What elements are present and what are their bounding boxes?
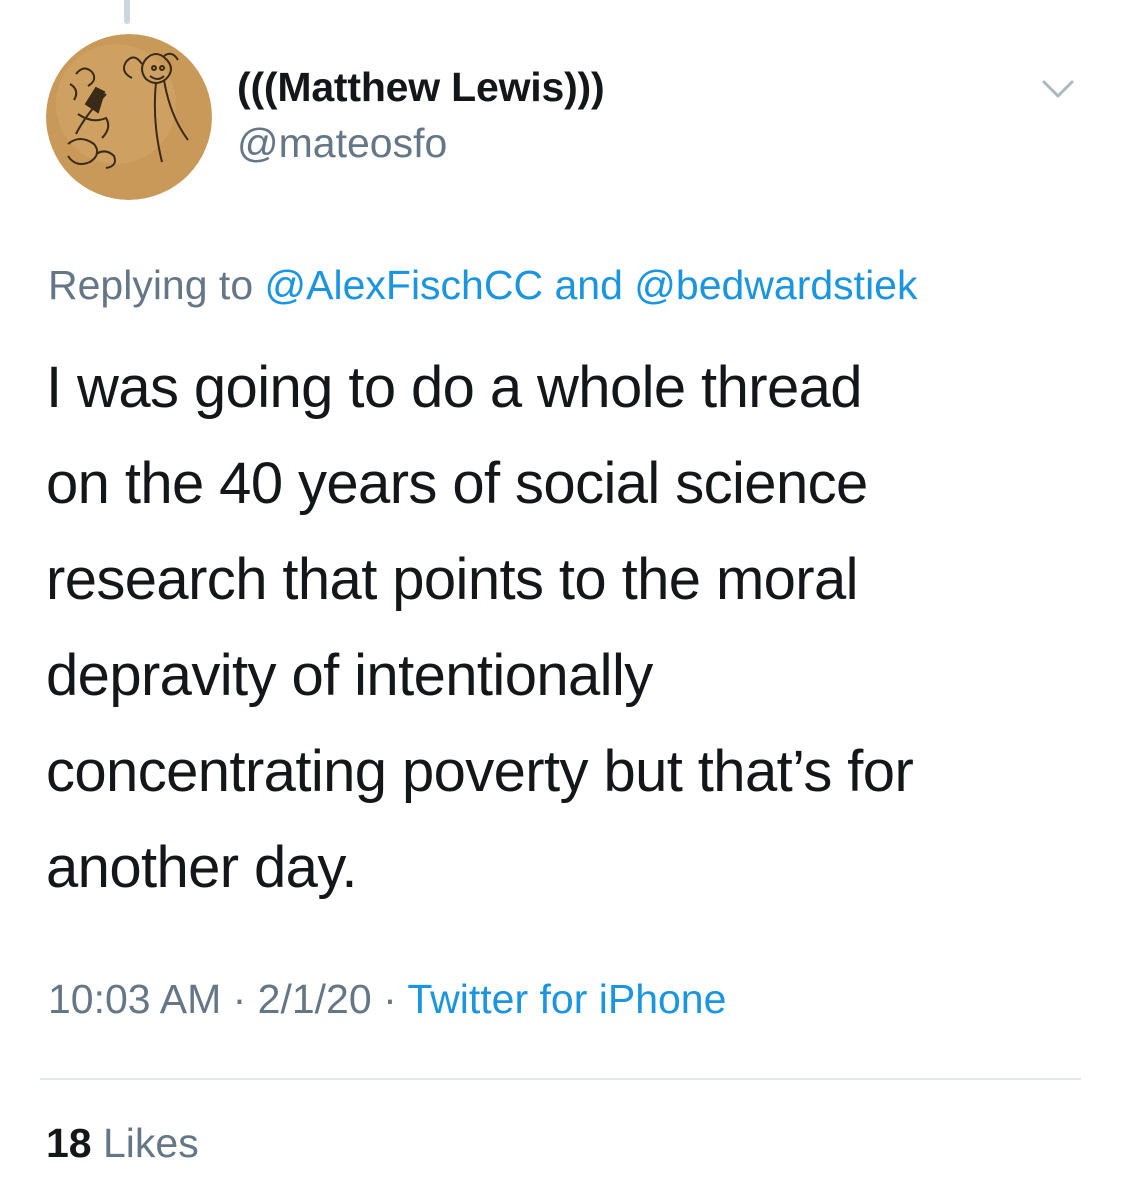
tweet-meta: 10:03 AM · 2/1/20 · Twitter for iPhone xyxy=(48,976,726,1023)
tweet-time: 10:03 AM xyxy=(48,976,222,1022)
avatar[interactable] xyxy=(46,34,212,200)
meta-separator: · xyxy=(221,976,258,1022)
divider xyxy=(40,1078,1081,1080)
replying-to-prefix: Replying to xyxy=(48,262,265,308)
tweet-text-line: depravity of intentionally xyxy=(46,643,653,708)
likes-count: 18 xyxy=(46,1120,92,1166)
tweet-text-line: concentrating poverty but that’s for xyxy=(46,739,914,804)
thread-connector-line xyxy=(124,0,130,24)
mention-link-alexfischcc[interactable]: @AlexFischCC xyxy=(265,262,544,308)
tweet-text-line: I was going to do a whole thread xyxy=(46,355,863,420)
author-display-name[interactable]: (((Matthew Lewis))) xyxy=(237,64,605,111)
tweet-text: I was going to do a whole thread on the … xyxy=(46,340,1096,916)
tweet-text-line: another day. xyxy=(46,835,358,900)
mention-link-bedwardstiek[interactable]: @bedwardstiek xyxy=(634,262,917,308)
meta-separator: · xyxy=(371,976,408,1022)
replying-to-line: Replying to @AlexFischCC and @bedwardsti… xyxy=(48,262,917,309)
chevron-down-icon[interactable] xyxy=(1041,77,1075,101)
author-handle[interactable]: @mateosfo xyxy=(237,120,447,167)
tweet-text-line: on the 40 years of social science xyxy=(46,451,868,516)
likes-count-link[interactable]: 18 Likes xyxy=(46,1120,199,1167)
tweet-date: 2/1/20 xyxy=(257,976,372,1022)
likes-label: Likes xyxy=(91,1120,199,1166)
avatar-sketch-image xyxy=(46,34,212,200)
mention-joiner[interactable]: and xyxy=(543,262,634,308)
tweet-source-link[interactable]: Twitter for iPhone xyxy=(407,976,726,1022)
tweet-text-line: research that points to the moral xyxy=(46,547,859,612)
